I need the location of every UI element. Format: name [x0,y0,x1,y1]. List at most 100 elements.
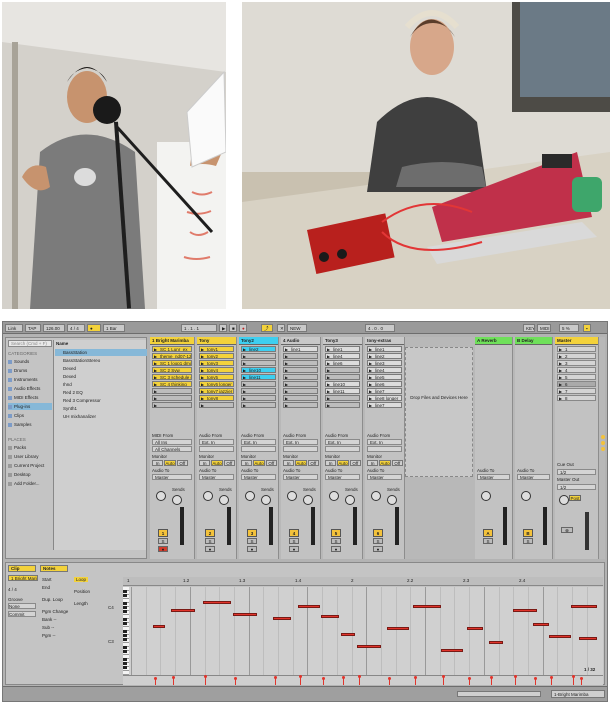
browser-place-0[interactable]: Packs [8,444,26,451]
midi-note[interactable] [171,609,195,612]
velocity-marker[interactable] [414,676,417,685]
key-map-button[interactable]: KEY [523,324,535,332]
dup-loop-button[interactable]: Dup. Loop [42,597,63,602]
arm-button[interactable]: ● [247,546,257,552]
audio-to-select[interactable]: Master [477,474,510,480]
send-a-knob[interactable] [371,491,381,501]
arm-button[interactable]: ● [331,546,341,552]
velocity-marker[interactable] [572,675,575,685]
midi-note[interactable] [441,649,463,652]
monitor-auto-button[interactable]: Auto [164,460,176,466]
clip-slot[interactable]: line7 [367,388,402,394]
clip-slot[interactable]: line10 [241,367,276,373]
audio-to-select[interactable]: Master [241,474,276,480]
empty-clip-slot[interactable] [241,395,276,401]
midi-note[interactable] [413,605,441,608]
midi-note[interactable] [203,601,231,604]
track-activator-button[interactable]: 2 [205,529,215,537]
empty-clip-slot[interactable] [283,402,318,408]
midi-note[interactable] [513,609,537,612]
scene-launch-button[interactable]: 1 [557,346,596,353]
track-header[interactable]: 4 Audio [281,337,320,345]
track-header[interactable]: 1 Bright Marimba [150,337,194,345]
capture-icon[interactable]: ✕ [277,324,285,332]
monitor-in-button[interactable]: In [199,460,211,466]
return-send-knob[interactable] [481,491,491,501]
midi-note[interactable] [571,605,597,608]
arrangement-position[interactable]: 1 . 1 . 1 [181,324,217,332]
return-activator-button[interactable]: A [483,529,493,537]
send-b-knob[interactable] [172,495,182,505]
return-track-header[interactable]: B Delay [515,337,552,345]
audio-to-select[interactable]: Master [199,474,234,480]
scene-launch-button[interactable]: 7 [557,388,596,395]
input-channel-select[interactable]: All Channels [152,446,192,452]
automation-arm-button[interactable]: ⤴ [261,324,273,332]
monitor-buttons[interactable]: In Auto Off [152,460,188,466]
empty-clip-slot[interactable] [325,395,360,401]
empty-clip-slot[interactable] [283,360,318,366]
piano-key-black[interactable] [123,618,127,621]
monitor-in-button[interactable]: In [241,460,253,466]
post-button[interactable]: Post [569,495,581,501]
browser-category-1[interactable]: Drums [8,367,27,374]
clip-slot[interactable]: line1 [283,346,318,352]
piano-key-black[interactable] [123,602,127,605]
scene-launch-button[interactable]: 4 [557,367,596,374]
solo-button[interactable]: S [205,538,215,544]
clip-slot[interactable]: line6 [325,360,360,366]
clip-name-field[interactable]: 1 Bright Marimba [8,575,38,581]
return-solo-button[interactable]: S [483,538,493,544]
bank-field[interactable]: Bank -- [42,617,57,622]
audio-to-select[interactable]: Master [283,474,318,480]
tap-button[interactable]: TAP [25,324,41,332]
clip-slot[interactable]: tony8 [199,395,234,401]
arm-button[interactable]: ● [373,546,383,552]
velocity-marker[interactable] [490,676,493,685]
browser-place-2[interactable]: Current Project [8,462,44,469]
velocity-marker[interactable] [154,677,157,685]
send-b-knob[interactable] [303,495,313,505]
piano-key-black[interactable] [123,622,127,625]
send-b-knob[interactable] [387,495,397,505]
send-b-knob[interactable] [345,495,355,505]
quantize-menu[interactable]: 1 Bar [103,324,125,332]
browser-place-3[interactable]: Desktop [8,471,31,478]
clip-slot[interactable]: line5 [367,374,402,380]
clip-slot[interactable]: line4 [325,353,360,359]
midi-note[interactable] [467,627,483,630]
track-activator-button[interactable]: 4 [289,529,299,537]
stop-button[interactable]: ■ [229,324,237,332]
browser-file-4[interactable]: Ihnd [55,381,147,388]
monitor-auto-button[interactable]: Auto [253,460,265,466]
empty-clip-slot[interactable] [241,353,276,359]
clip-slot[interactable]: SC 1 loop1 dmo [152,360,192,366]
monitor-off-button[interactable]: Off [265,460,277,466]
clip-slot[interactable]: line3 [367,360,402,366]
clip-slot[interactable]: line1 [325,346,360,352]
loop-length-field[interactable]: 4 . 0 . 0 [365,324,395,332]
velocity-marker[interactable] [204,675,207,685]
piano-roll[interactable] [123,587,603,675]
record-button[interactable]: ● [239,324,247,332]
clip-slot[interactable]: tony6 longer and [199,381,234,387]
browser-file-0[interactable]: BassStation [55,349,147,356]
return-send-knob[interactable] [521,491,531,501]
monitor-auto-button[interactable]: Auto [211,460,223,466]
velocity-marker[interactable] [468,677,471,685]
link-button[interactable]: Link [5,324,23,332]
clip-slot[interactable]: SC 1 Lunr_ex [152,346,192,352]
send-b-knob[interactable] [261,495,271,505]
track-header[interactable]: tony-extras [365,337,404,345]
velocity-marker[interactable] [299,675,302,685]
monitor-buttons[interactable]: In Auto Off [367,460,403,466]
audio-to-select[interactable]: Master [367,474,402,480]
velocity-marker[interactable] [580,677,583,685]
clip-slot[interactable]: theme_nd07-128 [152,353,192,359]
browser-category-4[interactable]: MIDI Effects [8,394,38,401]
monitor-buttons[interactable]: In Auto Off [241,460,277,466]
empty-clip-slot[interactable] [283,374,318,380]
clip-slot[interactable]: line8 longer [367,395,402,401]
piano-key-black[interactable] [123,590,127,593]
input-type-select[interactable]: Ext. In [199,439,234,445]
